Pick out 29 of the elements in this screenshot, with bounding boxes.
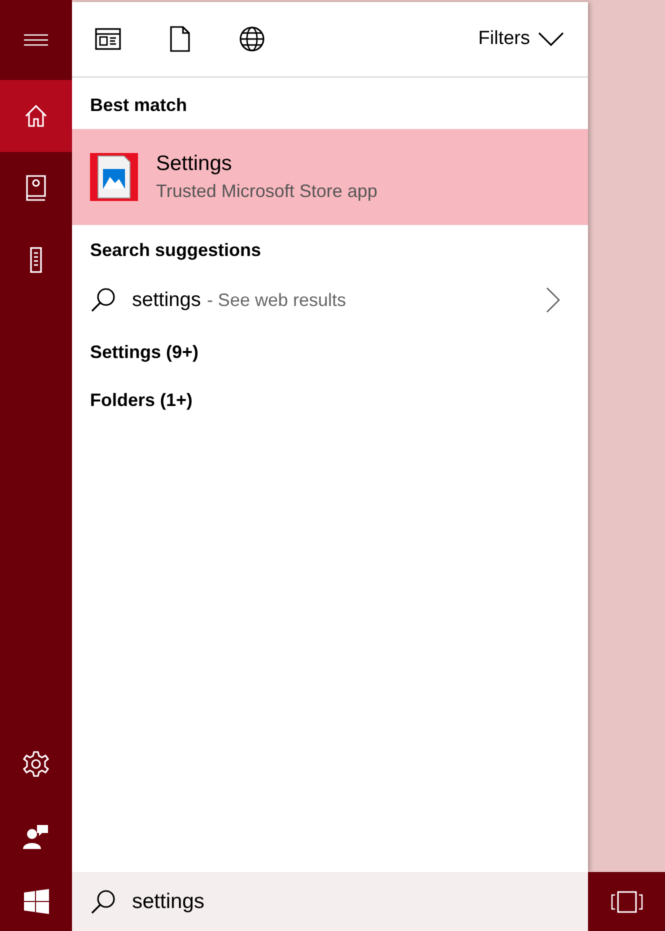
notebook-icon [25,175,47,201]
result-title: Settings [156,151,233,177]
suggestion-query: settings [132,288,201,313]
document-icon [170,26,190,52]
search-icon [90,888,116,914]
search-text: settings [132,888,204,915]
globe-icon [239,26,265,52]
app-window-icon [95,28,121,50]
category-heading[interactable]: Settings (9+) [72,328,588,376]
search-box[interactable]: settings [72,872,588,931]
task-view-icon[interactable] [610,890,642,914]
windows-logo-icon [24,889,48,914]
category-heading[interactable]: Folders (1+) [72,376,588,424]
suggestion-hint: - See web results [206,288,347,312]
search-result[interactable]: Settings Trusted Microsoft Store app [72,129,588,225]
hamburger-menu-icon [24,34,48,46]
settings-icon [23,751,49,777]
section-heading: Best match [89,94,188,117]
filters-button[interactable]: Filters [478,24,564,54]
house-icon [24,104,48,128]
person-speech-icon [23,823,49,849]
search-icon [90,287,116,313]
result-subtitle: Trusted Microsoft Store app [156,180,378,203]
suggestion-row[interactable]: settings - See web results [72,272,588,328]
chevron-right-icon [546,287,560,313]
phone-icon [29,247,43,273]
section-heading: Search suggestions [89,239,262,262]
app-icon [90,153,138,201]
chevron-down-icon [538,32,564,46]
